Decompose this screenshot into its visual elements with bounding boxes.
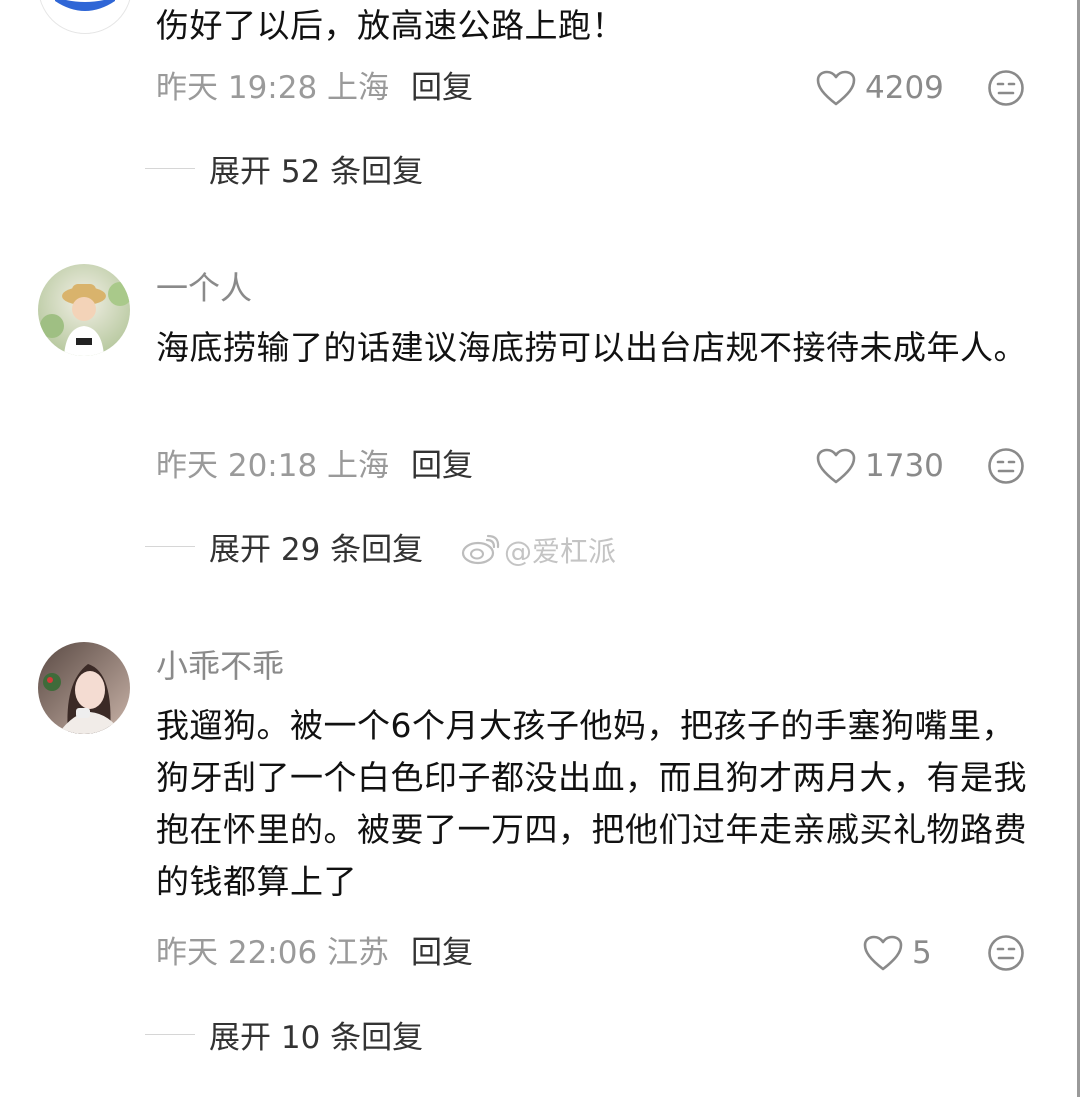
- divider-line: [145, 545, 195, 547]
- comment-meta: 昨天 20:18 上海 回复: [156, 444, 473, 488]
- heart-outline-icon: [816, 448, 856, 484]
- neutral-face-icon[interactable]: [986, 68, 1026, 108]
- comment-username[interactable]: 小乖不乖: [156, 646, 284, 686]
- neutral-face-icon[interactable]: [986, 933, 1026, 973]
- reply-button[interactable]: 回复: [411, 448, 473, 484]
- comment-time: 昨天 20:18 上海: [156, 448, 390, 484]
- like-button[interactable]: 1730: [815, 444, 944, 488]
- comment-text: 海底捞输了的话建议海底捞可以出台店规不接待未成年人。: [156, 328, 1027, 367]
- expand-replies-label: 展开 10 条回复: [209, 1019, 424, 1056]
- avatar[interactable]: [38, 0, 132, 34]
- like-button[interactable]: 5: [862, 931, 932, 975]
- watermark-text: @爱杠派: [504, 535, 617, 568]
- divider-line: [145, 1033, 195, 1035]
- comment-meta: 昨天 19:28 上海 回复: [156, 66, 473, 110]
- expand-replies-button[interactable]: 展开 10 条回复: [145, 1012, 423, 1056]
- heart-outline-icon: [863, 935, 903, 971]
- neutral-face-icon[interactable]: [986, 446, 1026, 486]
- comment-text: 伤好了以后，放高速公路上跑！: [156, 6, 625, 45]
- like-button[interactable]: 4209: [815, 66, 944, 110]
- reply-button[interactable]: 回复: [411, 70, 473, 106]
- comment-time: 昨天 19:28 上海: [156, 70, 390, 106]
- expand-replies-button[interactable]: 展开 52 条回复: [145, 146, 423, 190]
- like-count: 5: [912, 935, 932, 971]
- like-count: 4209: [865, 70, 944, 106]
- heart-outline-icon: [816, 70, 856, 106]
- weibo-logo-icon: [461, 534, 500, 565]
- avatar[interactable]: [38, 642, 130, 734]
- avatar[interactable]: [38, 264, 130, 356]
- comment-text: 我遛狗。被一个6个月大孩子他妈，把孩子的手塞狗嘴里，狗牙刮了一个白色印子都没出血…: [156, 706, 1027, 901]
- comment-username[interactable]: 一个人: [156, 268, 252, 308]
- watermark: @爱杠派: [460, 530, 616, 570]
- like-count: 1730: [865, 448, 944, 484]
- reply-button[interactable]: 回复: [411, 935, 473, 971]
- divider-line: [145, 167, 195, 169]
- comment-meta: 昨天 22:06 江苏 回复: [156, 931, 473, 975]
- expand-replies-label: 展开 29 条回复: [209, 531, 424, 568]
- expand-replies-label: 展开 52 条回复: [209, 153, 424, 190]
- comment-time: 昨天 22:06 江苏: [156, 935, 390, 971]
- expand-replies-button[interactable]: 展开 29 条回复: [145, 524, 423, 568]
